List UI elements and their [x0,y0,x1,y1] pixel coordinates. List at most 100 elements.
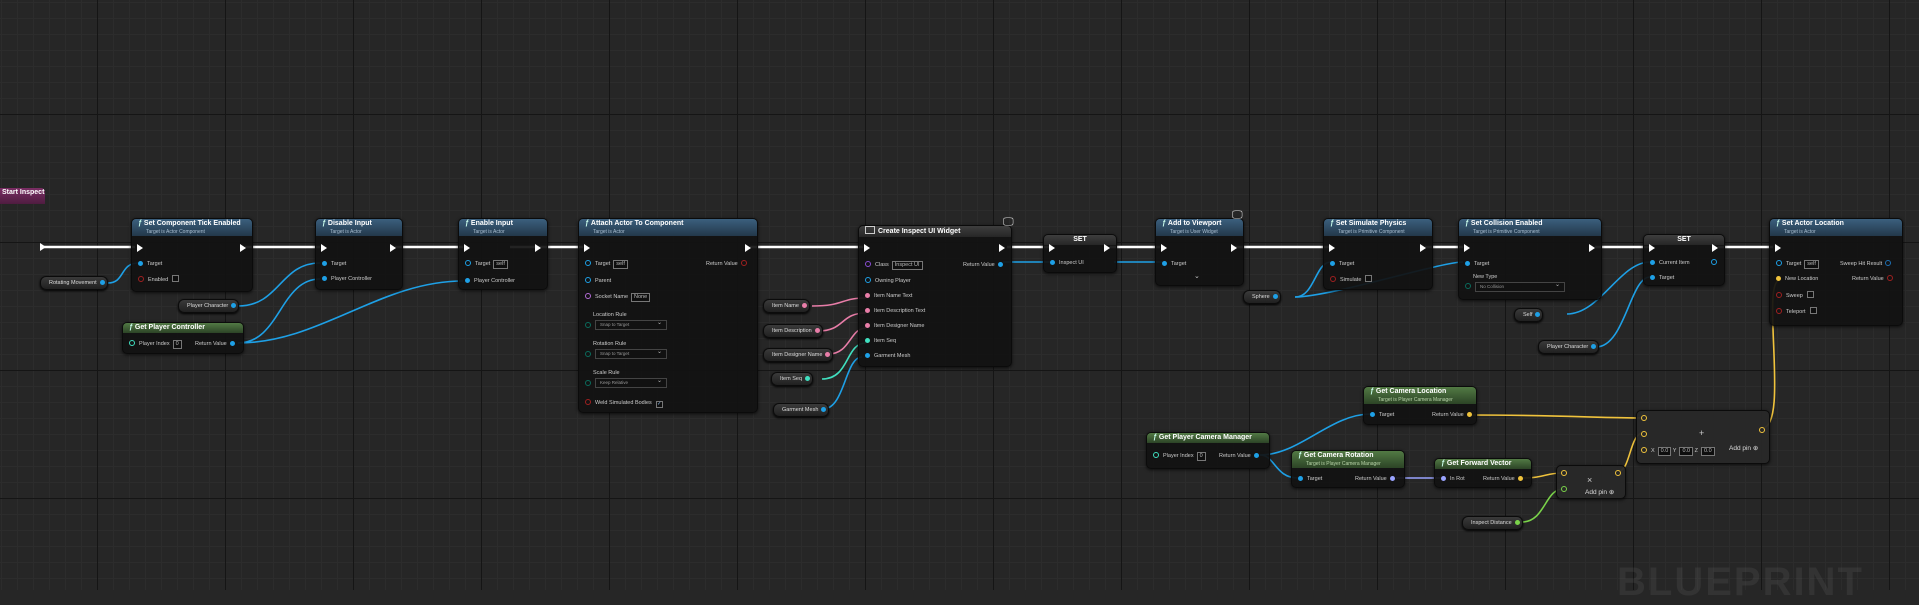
y-field[interactable]: 0.0 [1679,447,1694,456]
exec-in-pin[interactable] [464,244,470,252]
exec-in-pin[interactable] [1049,244,1055,252]
exec-in-pin[interactable] [1329,244,1335,252]
var-sphere[interactable]: Sphere [1243,290,1281,304]
pin-item-seq[interactable]: Item Seq [865,337,896,345]
var-item-seq[interactable]: Item Seq [771,372,814,386]
exec-in-pin[interactable] [584,244,590,252]
pin-return-value[interactable]: Return Value [1355,475,1395,483]
pin-player-index[interactable]: Player Index 0 [129,340,182,349]
pin-teleport[interactable]: Teleport [1776,307,1817,316]
pin-out[interactable] [1759,427,1765,435]
exec-out-pin[interactable] [1890,244,1896,252]
x-field[interactable]: 0.0 [1657,447,1672,456]
exec-out-pin[interactable] [390,244,396,252]
var-item-designer-name[interactable]: Item Designer Name [763,348,834,362]
add-pin-button[interactable]: Add pin ⊕ [1585,488,1614,496]
node-set-current-item[interactable]: SET Current Item Target [1643,234,1725,286]
node-add-to-viewport[interactable]: ƒ Add to Viewport Target is User Widget Ta… [1155,218,1244,286]
var-item-description[interactable]: Item Description [763,324,823,338]
pin-target[interactable]: Target [1298,475,1322,483]
pin-current-item[interactable]: Current Item [1650,259,1690,267]
target-value-field[interactable]: self [493,260,508,269]
pin-item-designer-name[interactable]: Item Designer Name [865,322,924,330]
pin-player-controller[interactable]: Player Controller [465,277,515,285]
pin-sweep[interactable]: Sweep [1776,291,1814,300]
enabled-checkbox[interactable] [172,275,180,282]
exec-out-pin[interactable] [745,244,751,252]
pin-sweep-hit-result[interactable]: Sweep Hit Result [1840,260,1892,268]
node-get-forward-vector[interactable]: ƒ Get Forward Vector In Rot Return Value [1434,458,1532,488]
exec-in-pin[interactable] [321,244,327,252]
pin-class[interactable]: Class Inspect UI [865,261,923,270]
node-disable-input[interactable]: ƒ Disable Input Target is Actor Target Pla… [315,218,403,290]
pin-target[interactable]: Target self [465,260,508,269]
pin-target[interactable]: Target [138,260,162,268]
pin-return-value[interactable]: Return Value [706,260,747,268]
socket-name-field[interactable]: None [631,293,651,302]
exec-out-pin[interactable] [1231,244,1237,252]
new-type-dropdown[interactable]: No Collision [1475,281,1565,292]
exec-in-pin[interactable] [1775,244,1781,252]
event-start-inspect[interactable]: Start Inspect [0,188,45,204]
target-value-field[interactable]: self [613,260,628,269]
node-set-simulate-physics[interactable]: ƒ Set Simulate Physics Target is Primitive… [1323,218,1433,290]
pin-c[interactable]: X 0.0 Y 0.0 Z 0.0 [1641,447,1715,456]
class-selector[interactable]: Inspect UI [891,261,923,270]
exec-out-pin[interactable] [1589,244,1595,252]
pin-a[interactable] [1561,470,1571,478]
pin-target[interactable]: Target [1650,274,1674,282]
pin-player-controller[interactable]: Player Controller [322,275,372,283]
var-self[interactable]: Self [1514,308,1544,322]
var-player-character-2[interactable]: Player Character [1538,340,1600,354]
exec-in-pin[interactable] [137,244,143,252]
exec-out-pin[interactable] [1420,244,1426,252]
pin-return-value[interactable]: Return Value [1432,411,1472,419]
pin-return-value[interactable]: Return Value [1483,475,1523,483]
exec-in-pin[interactable] [1161,244,1167,252]
exec-out-pin[interactable] [999,244,1005,252]
exec-out-pin[interactable] [240,244,246,252]
pin-weld-simulated-bodies[interactable]: Weld Simulated Bodies ✓ [585,399,663,408]
pin-player-index[interactable]: Player Index 0 [1153,452,1206,461]
exec-in-pin[interactable] [864,244,870,252]
node-set-component-tick-enabled[interactable]: ƒ Set Component Tick Enabled Target is Act… [131,218,253,292]
teleport-checkbox[interactable] [1809,307,1817,314]
exec-out-pin[interactable] [1712,244,1718,252]
pin-target[interactable]: Target [1330,260,1354,268]
pin-target[interactable]: Target [1370,411,1394,419]
location-rule-dropdown[interactable]: Snap to Target [595,319,667,330]
pin-b[interactable] [1561,486,1571,494]
node-get-player-camera-manager[interactable]: ƒ Get Player Camera Manager Player Index 0… [1146,432,1270,469]
node-enable-input[interactable]: ƒ Enable Input Target is Actor Target self … [458,218,548,290]
exec-in-pin[interactable] [1649,244,1655,252]
pin-b[interactable] [1641,431,1651,439]
player-index-field[interactable]: 0 [172,340,182,349]
pin-out[interactable] [1615,470,1621,478]
node-multiply[interactable]: × Add pin ⊕ [1556,465,1626,499]
pin-simulate[interactable]: Simulate [1330,275,1373,284]
pin-target[interactable]: Target [1465,260,1489,268]
pin-target[interactable]: Target self [1776,260,1819,269]
node-add[interactable]: X 0.0 Y 0.0 Z 0.0 + Add pin ⊕ [1636,410,1770,464]
pin-parent[interactable]: Parent [585,277,611,285]
pin-current-item-out[interactable] [1711,259,1717,267]
pin-target[interactable]: Target [1162,260,1186,268]
pin-return-value[interactable]: Return Value [963,261,1003,269]
target-value-field[interactable]: self [1804,260,1819,269]
expand-chevron-icon[interactable]: ⌄ [1194,273,1200,281]
add-pin-button[interactable]: Add pin ⊕ [1729,444,1758,452]
pin-item-description-text[interactable]: Item Description Text [865,307,925,315]
pin-item-name-text[interactable]: Item Name Text [865,292,912,300]
node-set-inspect-ui[interactable]: SET Inspect UI [1043,234,1117,273]
pin-socket-name[interactable]: Socket Name None [585,293,651,302]
pin-enabled[interactable]: Enabled [138,275,180,284]
node-set-actor-location[interactable]: ƒ Set Actor Location Target is Actor Targe… [1769,218,1903,326]
pin-target[interactable]: Target self [585,260,628,269]
pin-a[interactable] [1641,415,1651,423]
node-get-camera-location[interactable]: ƒ Get Camera Location Target is Player Cam… [1363,386,1477,425]
pin-return-value[interactable]: Return Value [1219,452,1259,460]
sweep-checkbox[interactable] [1806,291,1814,298]
weld-checkbox[interactable]: ✓ [655,401,663,408]
scale-rule-dropdown[interactable]: Keep Relative [595,377,667,388]
node-attach-actor-to-component[interactable]: ƒ Attach Actor To Component Target is Acto… [578,218,758,413]
